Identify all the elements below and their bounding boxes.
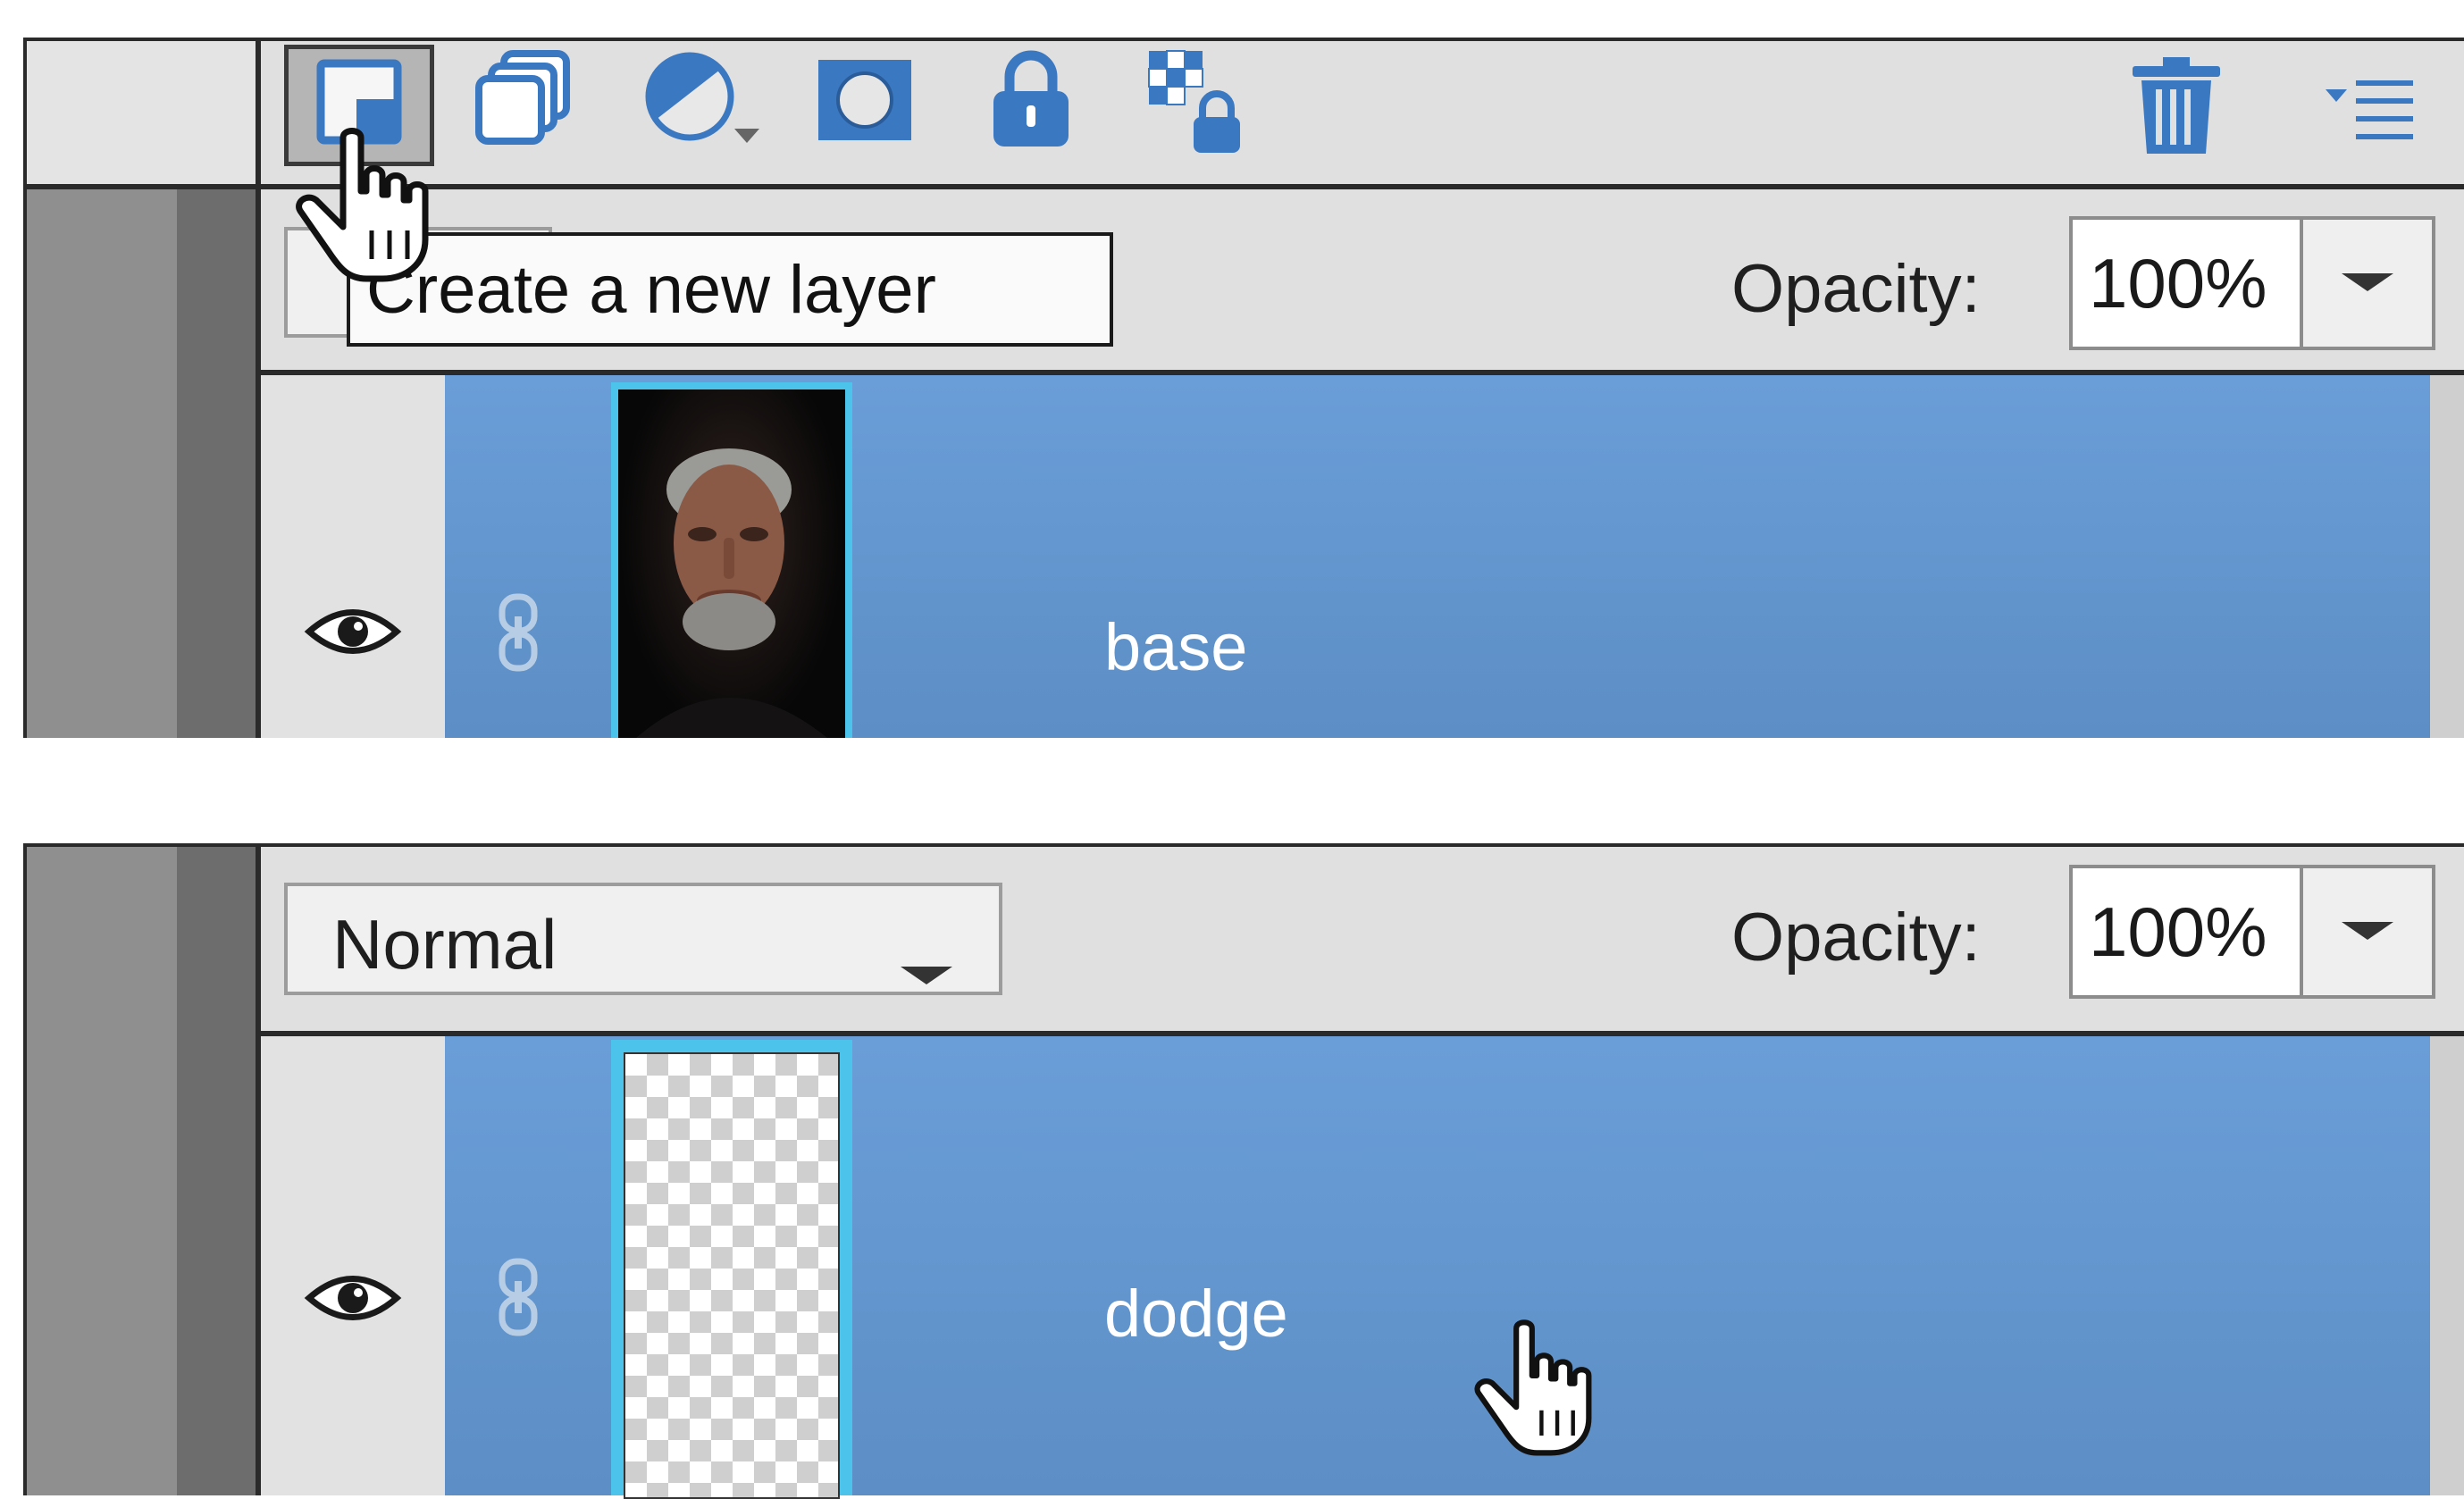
panel-scrollbar[interactable] (2430, 1036, 2464, 1495)
opacity-label: Opacity: (1731, 900, 1981, 976)
opacity-input[interactable]: 100% (2069, 216, 2303, 350)
layers-panel-top: Opacity: 100% base Create a new layer (23, 38, 2464, 738)
layer-thumbnail-base[interactable] (611, 382, 852, 738)
layer-mask-button[interactable] (811, 48, 918, 155)
layer-thumbnail-dodge[interactable] (611, 1040, 852, 1499)
opacity-dropdown-button[interactable] (2300, 865, 2435, 999)
layer-mask-icon (811, 51, 918, 154)
link-icon (491, 593, 545, 677)
link-icon (491, 1258, 545, 1342)
visibility-column (261, 375, 445, 738)
panel-left-strip (177, 189, 256, 738)
layer-name-dodge[interactable]: dodge (1104, 1276, 1288, 1352)
portrait-thumbnail-image (618, 389, 845, 738)
opacity-label: Opacity: (1731, 251, 1981, 327)
lock-transparency-icon (1144, 46, 1260, 166)
panel-menu-icon (2320, 63, 2418, 156)
eye-icon (304, 1276, 402, 1333)
panel-left-column (27, 189, 177, 738)
opacity-input[interactable]: 100% (2069, 865, 2303, 999)
trash-icon (2127, 54, 2225, 165)
panel-left-column (27, 847, 177, 1495)
visibility-toggle-dodge[interactable] (304, 1267, 402, 1329)
visibility-column (261, 1036, 445, 1495)
blend-mode-value: Normal (332, 905, 557, 984)
layer-link-dodge[interactable] (491, 1256, 545, 1338)
delete-layer-button[interactable] (2123, 55, 2230, 163)
chevron-down-icon (2336, 917, 2399, 948)
hand-cursor-icon (1471, 1317, 1605, 1460)
opacity-dropdown-button[interactable] (2300, 216, 2435, 350)
visibility-toggle-base[interactable] (304, 600, 402, 663)
panel-left-strip (177, 847, 256, 1495)
duplicate-layer-icon (468, 46, 575, 158)
layer-link-base[interactable] (491, 591, 545, 674)
tooltip: Create a new layer (347, 232, 1113, 347)
adjustment-layer-button[interactable] (638, 48, 772, 155)
blend-mode-select[interactable]: Normal (284, 883, 1002, 995)
layer-name-base[interactable]: base (1104, 609, 1247, 685)
panel-scrollbar[interactable] (2430, 375, 2464, 738)
lock-transparency-button[interactable] (1144, 49, 1260, 159)
hand-cursor-icon (291, 125, 443, 286)
layers-panel-bottom: Normal Opacity: 100% dodge (23, 843, 2464, 1499)
transparency-checkerboard (624, 1052, 840, 1499)
duplicate-layer-button[interactable] (468, 48, 575, 155)
adjustment-layer-icon (638, 46, 772, 158)
panel-menu-button[interactable] (2316, 55, 2423, 163)
toolbar-left-cell (27, 41, 256, 184)
eye-icon (304, 609, 402, 666)
chevron-down-icon (895, 924, 958, 1005)
chevron-down-icon (2336, 268, 2399, 299)
lock-all-icon (986, 46, 1076, 158)
lock-all-button[interactable] (977, 48, 1085, 155)
